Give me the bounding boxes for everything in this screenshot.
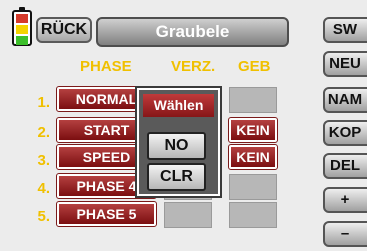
switch-button-2[interactable]: KEIN: [228, 117, 278, 143]
back-button[interactable]: RÜCK: [36, 17, 92, 43]
switch-button-3[interactable]: KEIN: [228, 144, 278, 170]
column-header-delay: VERZ.: [171, 58, 216, 75]
switch-cell[interactable]: [229, 202, 277, 228]
dialog-title: Wählen: [143, 94, 214, 117]
dialog-no-button[interactable]: NO: [147, 132, 206, 160]
side-button-kop[interactable]: KOP: [323, 120, 367, 146]
model-phase-screen: RÜCK Graubele PHASE VERZ. GEB 1. 2. 3. 4…: [0, 0, 367, 251]
row-number: 1.: [37, 94, 50, 111]
column-header-switch: GEB: [238, 58, 271, 75]
side-button-sw[interactable]: SW: [323, 17, 367, 43]
row-number: 5.: [37, 208, 50, 225]
switch-cell[interactable]: [229, 174, 277, 200]
side-button-nam[interactable]: NAM: [323, 87, 367, 113]
battery-icon: [12, 7, 32, 46]
side-button-minus[interactable]: –: [323, 221, 367, 247]
switch-cell[interactable]: [229, 87, 277, 113]
select-dialog: Wählen NO CLR: [135, 86, 222, 198]
page-title: Graubele: [96, 17, 289, 47]
dialog-clr-button[interactable]: CLR: [147, 163, 206, 191]
row-number: 4.: [37, 180, 50, 197]
phase-name-button-5[interactable]: PHASE 5: [56, 201, 157, 227]
delay-cell[interactable]: [164, 202, 212, 228]
side-button-plus[interactable]: +: [323, 187, 367, 213]
column-header-phase: PHASE: [80, 58, 132, 75]
side-button-neu[interactable]: NEU: [323, 51, 367, 77]
side-button-del[interactable]: DEL: [323, 153, 367, 179]
row-number: 2.: [37, 124, 50, 141]
row-number: 3.: [37, 152, 50, 169]
